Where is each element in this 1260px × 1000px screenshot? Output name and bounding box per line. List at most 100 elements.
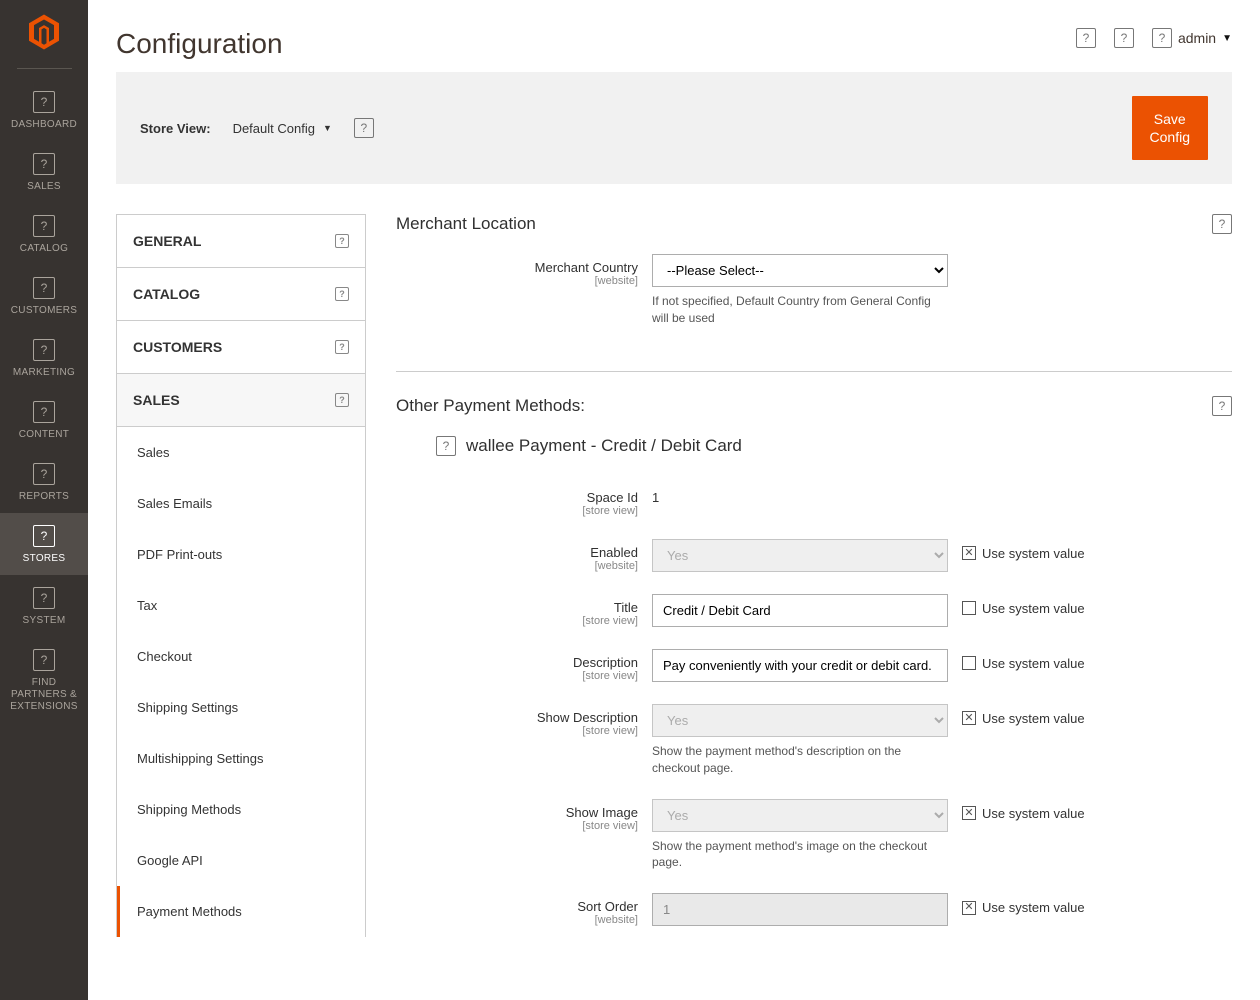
nav-label: FIND PARTNERS & EXTENSIONS (10, 677, 77, 713)
description-input[interactable] (652, 649, 948, 682)
nav-catalog[interactable]: ? CATALOG (0, 203, 88, 265)
field-label-text: Merchant Country (535, 260, 638, 275)
checkbox-icon (962, 711, 976, 725)
checkbox-icon (962, 806, 976, 820)
section-title: Other Payment Methods: (396, 396, 585, 416)
checkbox-label: Use system value (982, 900, 1085, 915)
config-sub-shipping-methods[interactable]: Shipping Methods (117, 784, 365, 835)
collapse-icon: ? (335, 287, 349, 301)
enabled-select: Yes (652, 539, 948, 572)
checkbox-icon (962, 601, 976, 615)
section-merchant-location[interactable]: Merchant Location ? (396, 214, 1232, 248)
use-system-show-image[interactable]: Use system value (962, 799, 1085, 821)
page-header: Configuration ? ? ? admin ▼ (116, 0, 1232, 72)
checkbox-icon (962, 656, 976, 670)
scope-bar: Store View: Default Config ▼ ? Save Conf… (116, 72, 1232, 184)
config-sub-payment-methods[interactable]: Payment Methods (117, 886, 365, 937)
field-space-id: Space Id[store view] 1 (396, 484, 1232, 517)
section-toggle-icon: ? (1212, 214, 1232, 234)
checkbox-label: Use system value (982, 711, 1085, 726)
field-static-value: 1 (652, 484, 659, 505)
field-show-image: Show Image[store view] YesShow the payme… (396, 799, 1232, 872)
system-icon: ? (33, 587, 55, 609)
nav-label: CUSTOMERS (11, 305, 77, 317)
config-tab-sales[interactable]: SALES? (117, 374, 365, 427)
field-enabled: Enabled[website] Yes Use system value (396, 539, 1232, 572)
scope-selector[interactable]: Default Config ▼ (233, 121, 332, 136)
sort-order-input (652, 893, 948, 926)
use-system-title[interactable]: Use system value (962, 594, 1085, 616)
user-menu[interactable]: ? admin ▼ (1152, 28, 1232, 48)
config-sub-checkout[interactable]: Checkout (117, 631, 365, 682)
admin-sidebar: ?DASHBOARD ?SALES ?CATALOG ?CUSTOMERS ?M… (0, 0, 88, 1000)
title-input[interactable] (652, 594, 948, 627)
field-note: If not specified, Default Country from G… (652, 293, 948, 327)
use-system-description[interactable]: Use system value (962, 649, 1085, 671)
magento-logo-icon (24, 12, 64, 52)
nav-system[interactable]: ?SYSTEM (0, 575, 88, 637)
config-sub-shipping-settings[interactable]: Shipping Settings (117, 682, 365, 733)
subsection-wallee[interactable]: ? wallee Payment - Credit / Debit Card (396, 436, 1232, 456)
config-sub-tax[interactable]: Tax (117, 580, 365, 631)
notifications-icon[interactable]: ? (1076, 28, 1096, 48)
collapse-icon: ? (335, 234, 349, 248)
use-system-sort-order[interactable]: Use system value (962, 893, 1085, 915)
field-merchant-country: Merchant Country [website] --Please Sele… (396, 254, 1232, 327)
config-sub-google-api[interactable]: Google API (117, 835, 365, 886)
use-system-enabled[interactable]: Use system value (962, 539, 1085, 561)
section-toggle-icon: ? (1212, 396, 1232, 416)
section-title: Merchant Location (396, 214, 536, 234)
field-label-text: Show Image (566, 805, 638, 820)
checkbox-label: Use system value (982, 806, 1085, 821)
nav-customers[interactable]: ?CUSTOMERS (0, 265, 88, 327)
show-description-select: Yes (652, 704, 948, 737)
nav-stores[interactable]: ?STORES (0, 513, 88, 575)
config-sub-multishipping[interactable]: Multishipping Settings (117, 733, 365, 784)
section-divider (396, 371, 1232, 372)
scope-help-icon[interactable]: ? (354, 118, 374, 138)
field-label-text: Title (614, 600, 638, 615)
section-other-payment[interactable]: Other Payment Methods: ? (396, 396, 1232, 430)
merchant-country-select[interactable]: --Please Select-- (652, 254, 948, 287)
field-scope: [store view] (396, 505, 638, 517)
content-icon: ? (33, 401, 55, 423)
header-actions: ? ? ? admin ▼ (1076, 28, 1232, 48)
checkbox-label: Use system value (982, 601, 1085, 616)
field-scope: [store view] (396, 670, 638, 682)
nav-label: CONTENT (19, 429, 69, 441)
nav-label: DASHBOARD (11, 119, 77, 131)
use-system-show-desc[interactable]: Use system value (962, 704, 1085, 726)
config-sub-pdf[interactable]: PDF Print-outs (117, 529, 365, 580)
config-tab-catalog[interactable]: CATALOG? (117, 268, 365, 321)
nav-label: REPORTS (19, 491, 69, 503)
field-scope: [website] (396, 275, 638, 287)
config-sub-sales[interactable]: Sales (117, 427, 365, 478)
page-title: Configuration (116, 28, 283, 60)
stores-icon: ? (33, 525, 55, 547)
collapse-icon: ? (436, 436, 456, 456)
nav-content[interactable]: ? CONTENT (0, 389, 88, 451)
dashboard-icon: ? (33, 91, 55, 113)
field-label-text: Sort Order (577, 899, 638, 914)
catalog-icon: ? (33, 215, 55, 237)
field-description: Description[store view] Use system value (396, 649, 1232, 682)
field-label-text: Enabled (590, 545, 638, 560)
nav-label: CATALOG (20, 243, 68, 255)
save-config-button[interactable]: Save Config (1132, 96, 1208, 160)
config-tab-customers[interactable]: CUSTOMERS? (117, 321, 365, 374)
config-tab-general[interactable]: GENERAL? (117, 215, 365, 268)
nav-sales[interactable]: ?SALES (0, 141, 88, 203)
collapse-icon: ? (335, 340, 349, 354)
config-sub-sales-emails[interactable]: Sales Emails (117, 478, 365, 529)
search-icon[interactable]: ? (1114, 28, 1134, 48)
config-body: Merchant Location ? Merchant Country [we… (396, 214, 1232, 937)
reports-icon: ? (33, 463, 55, 485)
field-scope: [store view] (396, 615, 638, 627)
nav-partners[interactable]: ?FIND PARTNERS & EXTENSIONS (0, 637, 88, 723)
expand-icon: ? (335, 393, 349, 407)
field-title: Title[store view] Use system value (396, 594, 1232, 627)
chevron-down-icon: ▼ (323, 123, 332, 133)
nav-marketing[interactable]: ?MARKETING (0, 327, 88, 389)
nav-reports[interactable]: ? REPORTS (0, 451, 88, 513)
nav-dashboard[interactable]: ? DASHBOARD (0, 79, 88, 141)
